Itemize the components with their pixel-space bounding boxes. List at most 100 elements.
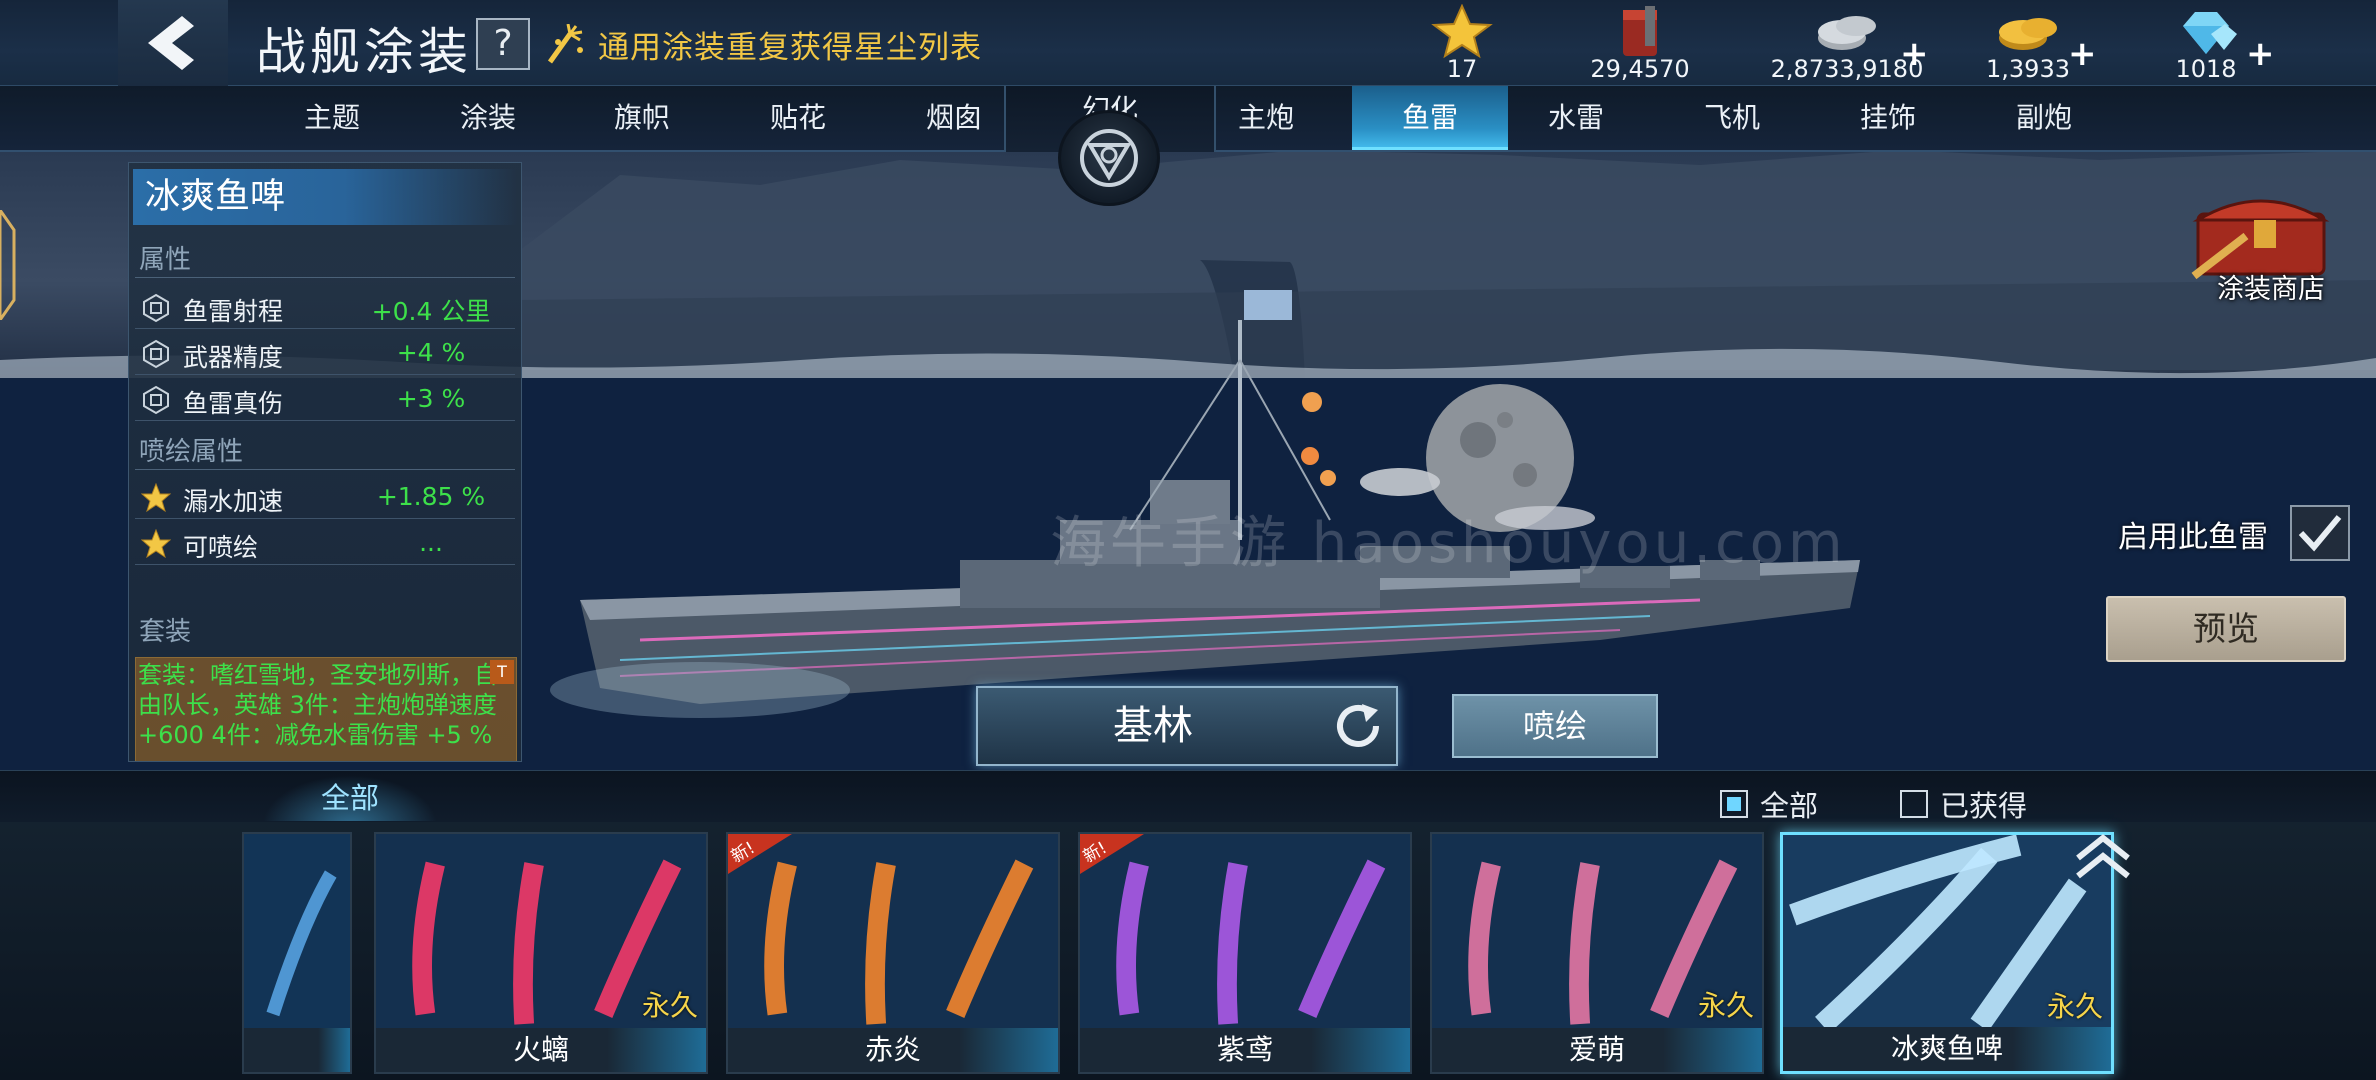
set-bonus-text: 套装：嗜红雪地，圣安地列斯，自由队长，英雄 3件：主炮炮弹速度 +600 4件：…: [138, 661, 498, 749]
attribute-name: 可喷绘: [183, 533, 259, 562]
gold-star-icon: [141, 483, 171, 513]
illusion-emblem-button[interactable]: [1058, 110, 1160, 206]
skin-info-panel: 冰爽鱼啤 属性 鱼雷射程 +0.4 公里 武器精度 +4 % 鱼雷真伤 +3 %…: [128, 162, 522, 762]
attribute-row: 武器精度 +4 %: [135, 333, 515, 375]
torpedo-attr-icon: [143, 293, 169, 323]
page-title: 战舰涂装: [256, 23, 472, 81]
filter-owned-label: 已获得: [1940, 789, 2028, 823]
skin-card-selected[interactable]: 永久 冰爽鱼啤: [1780, 832, 2114, 1074]
watermark: 海牛手游 haoshouyou.com: [1050, 511, 1847, 576]
treasure-chest-icon: [2191, 199, 2330, 280]
skin-card-name: 火螭: [376, 1028, 706, 1072]
star-count: 17: [1446, 55, 1478, 83]
tab-funnel[interactable]: 烟囱: [884, 86, 1024, 150]
resource-star: 17: [1372, 0, 1552, 86]
top-bar: 战舰涂装 ? 通用涂装重复获得星尘列表 17 29,4570 2,8733,91: [0, 0, 2376, 86]
attributes-heading: 属性: [139, 245, 192, 275]
permanent-tag: 永久: [2046, 990, 2103, 1023]
torpedo-attr-icon: [143, 339, 169, 369]
filter-all-checkbox[interactable]: 全部: [1720, 783, 1818, 825]
skin-card-name: 爱萌: [1432, 1028, 1762, 1072]
skin-card-list: 永久 火螭 新! 赤炎 新! 紫鸢 永久 爱萌 永久 冰爽鱼啤: [0, 822, 2376, 1080]
spray-button[interactable]: 喷绘: [1452, 694, 1658, 758]
set-corner-icon: T: [490, 660, 514, 684]
attribute-value: +1.85 %: [376, 482, 486, 511]
skin-card[interactable]: 新! 紫鸢: [1078, 832, 1412, 1074]
checkbox-box: [1900, 790, 1928, 818]
divider: [135, 469, 515, 470]
help-button[interactable]: ?: [476, 18, 530, 70]
tab-paint[interactable]: 涂装: [418, 86, 558, 150]
attribute-value: +4 %: [396, 338, 466, 367]
skin-card-name: 赤炎: [728, 1028, 1058, 1072]
preview-button[interactable]: 预览: [2106, 596, 2346, 662]
tab-aircraft[interactable]: 飞机: [1662, 86, 1802, 150]
tab-torpedo[interactable]: 鱼雷: [1352, 86, 1508, 150]
attribute-value: ...: [419, 528, 443, 557]
filter-owned-checkbox[interactable]: 已获得: [1900, 783, 2027, 825]
paint-count: 29,4570: [1590, 55, 1690, 83]
permanent-tag: 永久: [641, 989, 698, 1022]
tab-main-gun[interactable]: 主炮: [1196, 86, 1336, 150]
skin-card[interactable]: 永久 爱萌: [1430, 832, 1764, 1074]
attribute-name: 鱼雷射程: [183, 297, 284, 326]
skin-card-name: 冰爽鱼啤: [1783, 1027, 2111, 1071]
attribute-value: +0.4 公里: [371, 297, 491, 326]
skin-card-partial[interactable]: [242, 832, 352, 1074]
attribute-value: +3 %: [396, 384, 466, 413]
attribute-name: 漏水加速: [183, 487, 284, 516]
add-diamond-button[interactable]: +: [2246, 34, 2275, 74]
collapse-chevron-icon[interactable]: [2068, 830, 2138, 884]
attribute-row: 鱼雷真伤 +3 %: [135, 379, 515, 421]
spray-attribute-row: 可喷绘 ...: [135, 523, 515, 565]
tab-secondary-gun[interactable]: 副炮: [1974, 86, 2114, 150]
resource-silver: 2,8733,9180 +: [1752, 0, 1942, 86]
skin-card-name: 紫鸢: [1080, 1028, 1410, 1072]
spray-attributes-heading: 喷绘属性: [139, 437, 244, 467]
back-arrow-icon: [148, 16, 194, 70]
attribute-row: 鱼雷射程 +0.4 公里: [135, 287, 515, 329]
filter-bar: 全部 全部 已获得: [0, 770, 2376, 825]
permanent-tag: 永久: [1697, 989, 1754, 1022]
diamond-icon: [2183, 12, 2237, 54]
resource-diamond: 1018 +: [2116, 0, 2296, 86]
attribute-name: 鱼雷真伤: [183, 389, 284, 418]
add-silver-button[interactable]: +: [1900, 34, 1929, 74]
paint-bucket-icon: [1623, 6, 1657, 56]
sparkle-icon: [547, 23, 583, 63]
spray-attribute-row: 漏水加速 +1.85 %: [135, 477, 515, 519]
tab-mine[interactable]: 水雷: [1506, 86, 1646, 150]
skin-card[interactable]: 永久 火螭: [374, 832, 708, 1074]
resource-paint: 29,4570: [1550, 0, 1730, 86]
add-gold-button[interactable]: +: [2068, 34, 2097, 74]
tab-flag[interactable]: 旗帜: [572, 86, 712, 150]
skin-card[interactable]: 新! 赤炎: [726, 832, 1060, 1074]
ship-name-plate: 基林: [976, 686, 1398, 766]
set-heading: 套装: [139, 617, 192, 647]
skin-shop-label: 涂装商店: [2217, 274, 2325, 305]
ship-name: 基林: [1113, 703, 1193, 749]
tab-theme[interactable]: 主题: [262, 86, 402, 150]
gold-star-icon: [141, 529, 171, 559]
stardust-list-link[interactable]: 通用涂装重复获得星尘列表: [546, 22, 982, 67]
stardust-list-label: 通用涂装重复获得星尘列表: [598, 30, 982, 66]
gold-coins-icon: [1999, 18, 2057, 50]
tab-ornament[interactable]: 挂饰: [1818, 86, 1958, 150]
enable-torpedo-label: 启用此鱼雷: [2118, 520, 2268, 555]
left-edge-marker: [0, 210, 16, 320]
resource-gold: 1,3933 +: [1938, 0, 2118, 86]
enable-torpedo-checkbox[interactable]: [2290, 505, 2350, 561]
skin-shop-button[interactable]: 涂装商店: [2186, 180, 2356, 310]
checkbox-box: [1720, 790, 1748, 818]
back-button[interactable]: [118, 0, 228, 86]
illusion-emblem-icon: [1080, 129, 1138, 187]
tab-decal[interactable]: 贴花: [728, 86, 868, 150]
attribute-name: 武器精度: [183, 343, 284, 372]
skin-name: 冰爽鱼啤: [133, 169, 517, 225]
filter-tab-all[interactable]: 全部: [262, 775, 438, 821]
torpedo-attr-icon: [143, 385, 169, 415]
set-bonus-box: 套装：嗜红雪地，圣安地列斯，自由队长，英雄 3件：主炮炮弹速度 +600 4件：…: [135, 657, 517, 761]
divider: [135, 277, 515, 278]
switch-ship-icon[interactable]: [1332, 702, 1386, 750]
star-icon: [1431, 4, 1493, 59]
